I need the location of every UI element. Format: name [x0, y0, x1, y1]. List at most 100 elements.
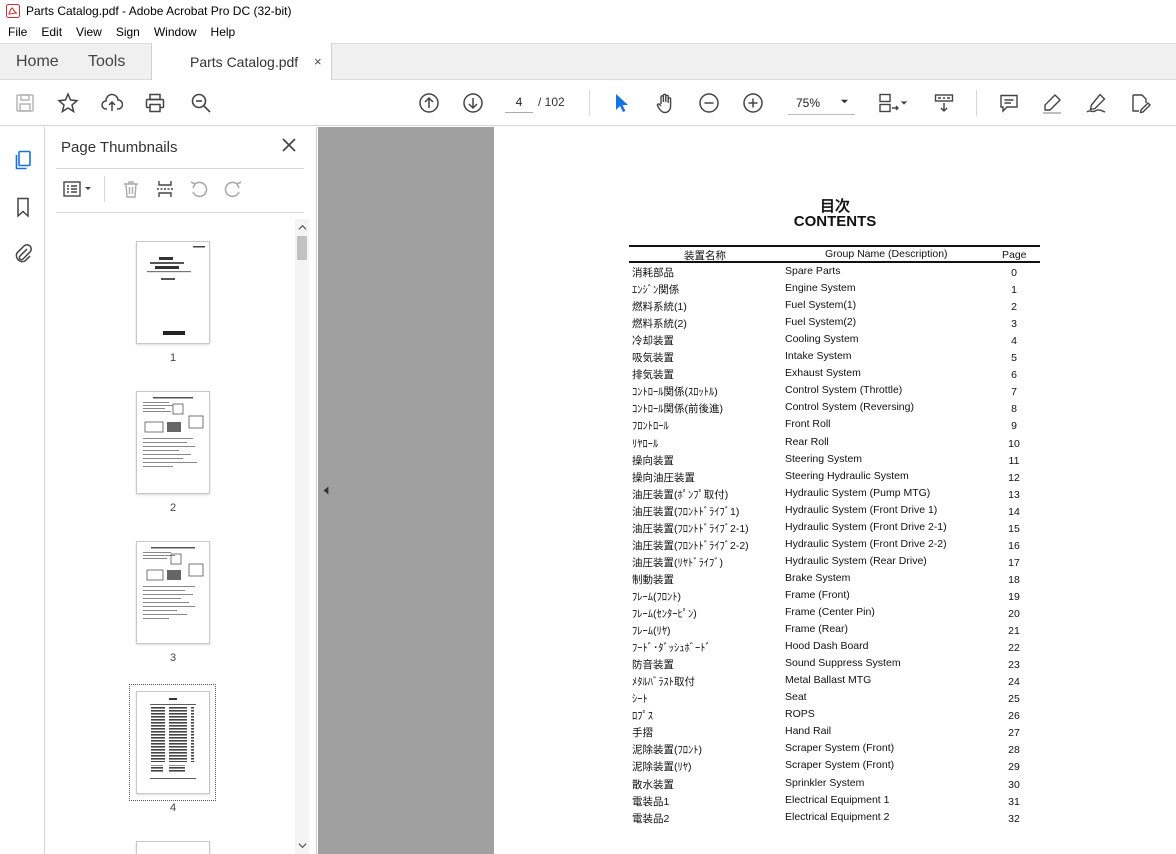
row-group-name: Frame (Front) [785, 588, 850, 601]
thumbnail-page-3[interactable] [136, 541, 210, 644]
tab-document[interactable]: Parts Catalog.pdf × [151, 43, 332, 80]
printer-icon [145, 93, 165, 113]
thumbnail-page-5[interactable] [136, 841, 210, 854]
table-row: 防音装置 Sound Suppress System 23 [494, 657, 1176, 674]
zoom-level-select[interactable]: 75% [788, 90, 855, 115]
page-thumbnails-panel: Page Thumbnails 1 2 3 4 [45, 127, 317, 854]
fill-sign-button[interactable] [1084, 91, 1108, 115]
row-page-number: 8 [1011, 403, 1017, 416]
row-group-name: Frame (Center Pin) [785, 606, 875, 618]
table-row: ﾌﾚｰﾑ(ｾﾝﾀｰﾋﾟﾝ) Frame (Center Pin) 20 [494, 606, 1176, 623]
print-button[interactable] [143, 91, 167, 115]
row-page-number: 2 [1011, 301, 1017, 314]
attachments-button[interactable] [11, 241, 35, 265]
menu-window[interactable]: Window [147, 25, 204, 39]
table-row: ﾘﾔﾛｰﾙ Rear Roll 10 [494, 436, 1176, 453]
menu-file[interactable]: File [0, 25, 34, 39]
highlighter-pen-icon [1043, 94, 1061, 114]
select-tool-button[interactable] [609, 91, 633, 115]
close-tab-icon[interactable]: × [314, 54, 322, 69]
row-page-number: 10 [1008, 437, 1020, 450]
zoom-in-button[interactable] [741, 91, 765, 115]
row-japanese-name: 操向装置 [632, 454, 674, 467]
row-page-number: 15 [1008, 522, 1020, 535]
row-japanese-name: 操向油圧装置 [632, 471, 695, 484]
scroll-down-arrow-icon[interactable] [298, 841, 307, 850]
thumbnail-page-4[interactable] [136, 691, 210, 794]
paperclip-icon [15, 244, 32, 263]
menu-help[interactable]: Help [204, 25, 243, 39]
fit-width-icon [879, 93, 899, 113]
table-row: 油圧装置(ﾌﾛﾝﾄﾄﾞﾗｲﾌﾞ1) Hydraulic System (Front… [494, 504, 1176, 521]
navigation-rail [0, 127, 45, 854]
fit-page-dropdown[interactable] [898, 91, 910, 115]
bookmark-star-button[interactable] [56, 91, 80, 115]
thumbnail-page-1[interactable] [136, 241, 210, 344]
tab-tools[interactable]: Tools [88, 53, 125, 71]
upload-button[interactable] [100, 91, 124, 115]
contents-page-preview [150, 698, 196, 779]
highlight-button[interactable] [1040, 91, 1064, 115]
row-group-name: Front Roll [785, 418, 831, 431]
table-row: 制動装置 Brake System 18 [494, 572, 1176, 589]
scrollbar-thumb[interactable] [297, 236, 307, 260]
thumbnail-page-2[interactable] [136, 391, 210, 494]
trash-icon [124, 181, 138, 198]
row-japanese-name: 散水装置 [632, 778, 674, 791]
edit-pdf-button[interactable] [1128, 91, 1152, 115]
pdf-page: 目次 CONTENTS 装置名称 Group Name (Description… [494, 127, 1176, 854]
page-thumbnails-button[interactable] [11, 148, 35, 172]
row-page-number: 4 [1011, 335, 1017, 348]
row-japanese-name: ｼｰﾄ [632, 693, 648, 706]
find-button[interactable] [189, 91, 213, 115]
hand-icon [656, 93, 672, 114]
bookmarks-button[interactable] [11, 195, 35, 219]
row-page-number: 19 [1008, 590, 1020, 603]
collapse-panel-icon[interactable] [322, 485, 330, 496]
page-number-input[interactable] [505, 91, 533, 113]
menu-sign[interactable]: Sign [109, 25, 147, 39]
zoom-out-button[interactable] [697, 91, 721, 115]
row-japanese-name: ﾌﾚｰﾑ(ﾘﾔ) [632, 625, 671, 638]
table-row: 泥除装置(ﾌﾛﾝﾄ) Scraper System (Front) 28 [494, 742, 1176, 759]
fit-page-button[interactable] [876, 91, 900, 115]
row-group-name: ROPS [785, 708, 815, 721]
thumbnail-scrollbar[interactable] [295, 219, 309, 854]
hand-tool-button[interactable] [653, 91, 677, 115]
row-page-number: 23 [1008, 659, 1020, 672]
scroll-mode-button[interactable] [932, 91, 956, 115]
row-japanese-name: ｴﾝｼﾞﾝ関係 [632, 284, 680, 297]
row-group-name: Hydraulic System (Front Drive 1) [785, 503, 938, 516]
comment-button[interactable] [997, 91, 1021, 115]
arrow-down-circle-icon [463, 93, 483, 113]
row-group-name: Hydraulic System (Front Drive 2-2) [785, 537, 947, 550]
insert-pages-button[interactable] [153, 177, 177, 201]
table-header-rule [629, 261, 1040, 263]
cursor-arrow-icon [616, 94, 628, 112]
table-row: 油圧装置(ﾌﾛﾝﾄﾄﾞﾗｲﾌﾞ2-1) Hydraulic System (Fro… [494, 521, 1176, 538]
rotate-right-button[interactable] [221, 177, 245, 201]
panel-divider [56, 212, 304, 213]
rotate-left-button[interactable] [187, 177, 211, 201]
table-row: ﾌﾛﾝﾄﾛｰﾙ Front Roll 9 [494, 418, 1176, 435]
previous-page-button[interactable] [417, 91, 441, 115]
menu-view[interactable]: View [69, 25, 109, 39]
row-japanese-name: ﾌﾛﾝﾄﾛｰﾙ [632, 420, 669, 433]
save-button[interactable] [13, 91, 37, 115]
next-page-button[interactable] [461, 91, 485, 115]
row-japanese-name: 油圧装置(ﾌﾛﾝﾄﾄﾞﾗｲﾌﾞ2-1) [632, 522, 749, 535]
menu-edit[interactable]: Edit [34, 25, 69, 39]
row-japanese-name: 排気装置 [632, 369, 674, 382]
row-page-number: 12 [1008, 471, 1020, 484]
thumbnail-options-button[interactable] [59, 177, 95, 201]
row-group-name: Control System (Throttle) [785, 384, 903, 397]
delete-pages-button[interactable] [119, 177, 143, 201]
page-total: / 102 [538, 95, 565, 109]
save-icon [16, 94, 34, 112]
row-group-name: Scraper System (Front) [785, 742, 895, 755]
row-japanese-name: 手摺 [632, 727, 653, 740]
tab-home[interactable]: Home [16, 53, 59, 71]
close-panel-icon[interactable] [280, 136, 298, 154]
scroll-up-arrow-icon[interactable] [298, 223, 307, 232]
row-page-number: 6 [1011, 369, 1017, 382]
